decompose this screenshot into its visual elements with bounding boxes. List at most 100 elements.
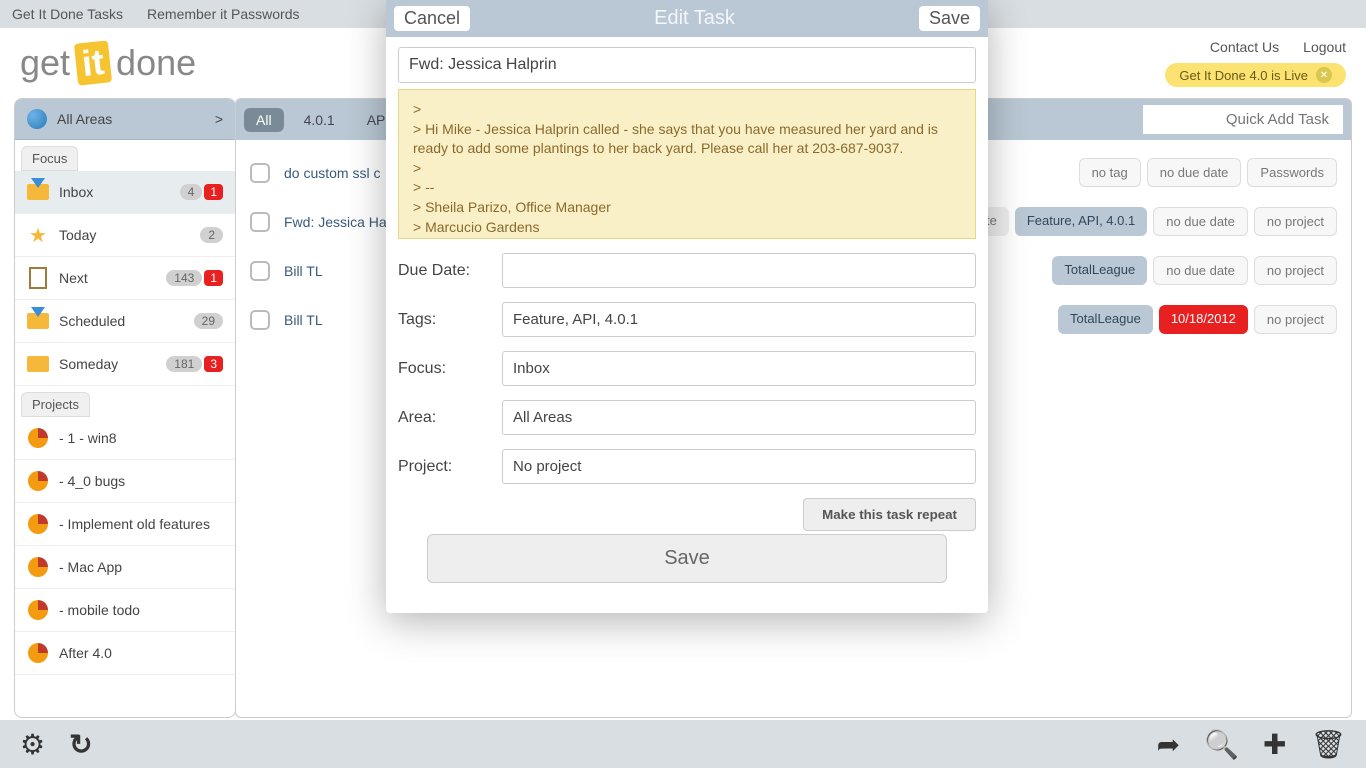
app-tab-passwords[interactable]: Remember it Passwords [147,6,300,22]
filter-401[interactable]: 4.0.1 [292,108,347,132]
task-checkbox[interactable] [250,261,270,281]
logo-text-get: get [20,42,70,84]
area-label: All Areas [57,111,112,127]
nav-icon: ★ [27,224,49,246]
pie-icon [27,470,49,492]
close-icon[interactable]: ✕ [1316,67,1332,83]
quick-add-input[interactable] [1143,105,1343,134]
project-label: - Mac App [59,559,223,575]
overdue-badge: 1 [204,270,223,286]
area-selector[interactable]: All Areas > [15,99,235,140]
count-badge: 2 [200,227,223,243]
contact-link[interactable]: Contact Us [1210,39,1279,55]
chevron-right-icon: > [215,111,223,127]
project-label: - 4_0 bugs [59,473,223,489]
sidebar-item-scheduled[interactable]: Scheduled 29 [15,300,235,343]
area-label: Area: [398,409,490,427]
focus-section-label: Focus [21,146,78,171]
save-big-button[interactable]: Save [427,534,947,583]
task-checkbox[interactable] [250,212,270,232]
nav-label: Scheduled [59,313,184,329]
project-item[interactable]: - 1 - win8 [15,417,235,460]
cancel-button[interactable]: Cancel [394,6,470,31]
count-badge: 181 [166,356,202,372]
settings-icon[interactable] [20,728,45,761]
task-checkbox[interactable] [250,163,270,183]
project-item[interactable]: - Implement old features [15,503,235,546]
header-links: Contact Us Logout Get It Done 4.0 is Liv… [1165,39,1346,87]
nav-label: Inbox [59,184,170,200]
pie-icon [27,513,49,535]
nav-label: Next [59,270,156,286]
task-tag[interactable]: Passwords [1247,158,1337,187]
nav-icon [27,181,49,203]
edit-task-modal: Cancel Edit Task Save >> Hi Mike - Jessi… [386,0,988,613]
add-icon[interactable] [1263,728,1286,761]
task-title-input[interactable] [398,47,976,83]
project-item[interactable]: - 4_0 bugs [15,460,235,503]
logout-link[interactable]: Logout [1303,39,1346,55]
tags-input[interactable] [502,302,976,337]
pie-icon [27,427,49,449]
globe-icon [27,109,47,129]
focus-input[interactable] [502,351,976,386]
sidebar-item-someday[interactable]: Someday 181 3 [15,343,235,386]
project-label: - mobile todo [59,602,223,618]
project-input[interactable] [502,449,976,484]
pie-icon [27,599,49,621]
task-tag[interactable]: no project [1254,256,1337,285]
task-tag[interactable]: no tag [1079,158,1141,187]
sidebar-item-next[interactable]: Next 143 1 [15,257,235,300]
logo: get it done [20,42,196,84]
project-item[interactable]: After 4.0 [15,632,235,675]
project-item[interactable]: - Mac App [15,546,235,589]
projects-section-label: Projects [21,392,90,417]
task-tag[interactable]: no project [1254,305,1337,334]
count-badge: 143 [166,270,202,286]
focus-label: Focus: [398,360,490,378]
tags-label: Tags: [398,311,490,329]
task-note-box[interactable]: >> Hi Mike - Jessica Halprin called - sh… [398,89,976,239]
overdue-badge: 3 [204,356,223,372]
project-label: - Implement old features [59,516,223,532]
task-tag[interactable]: no due date [1153,256,1248,285]
filter-all[interactable]: All [244,108,284,132]
project-label: - 1 - win8 [59,430,223,446]
trash-icon[interactable] [1310,728,1346,761]
modal-header: Cancel Edit Task Save [386,0,988,37]
app-tab-tasks[interactable]: Get It Done Tasks [12,6,123,22]
modal-title: Edit Task [654,7,735,30]
pie-icon [27,642,49,664]
task-tag[interactable]: Feature, API, 4.0.1 [1015,207,1147,236]
save-button[interactable]: Save [919,6,980,31]
logo-text-done: done [116,42,196,84]
sidebar: All Areas > Focus Inbox 4 1 ★ Today 2 Ne… [14,98,236,718]
count-badge: 4 [180,184,203,200]
project-label: After 4.0 [59,645,223,661]
due-date-label: Due Date: [398,262,490,280]
due-date-input[interactable] [502,253,976,288]
task-tag[interactable]: TotalLeague [1058,305,1153,334]
nav-icon [27,310,49,332]
sidebar-item-inbox[interactable]: Inbox 4 1 [15,171,235,214]
refresh-icon[interactable] [69,728,92,761]
make-repeat-button[interactable]: Make this task repeat [803,498,976,531]
announcement-text: Get It Done 4.0 is Live [1179,68,1308,83]
task-tag[interactable]: no due date [1153,207,1248,236]
task-tag[interactable]: 10/18/2012 [1159,305,1248,334]
announcement-badge[interactable]: Get It Done 4.0 is Live ✕ [1165,63,1346,87]
task-checkbox[interactable] [250,310,270,330]
sidebar-item-today[interactable]: ★ Today 2 [15,214,235,257]
task-tag[interactable]: TotalLeague [1052,256,1147,285]
count-badge: 29 [194,313,223,329]
share-icon[interactable] [1157,728,1180,761]
task-tag[interactable]: no project [1254,207,1337,236]
area-input[interactable] [502,400,976,435]
search-icon[interactable] [1204,728,1239,761]
task-tag[interactable]: no due date [1147,158,1242,187]
overdue-badge: 1 [204,184,223,200]
logo-it-box: it [74,40,112,85]
nav-label: Today [59,227,190,243]
project-item[interactable]: - mobile todo [15,589,235,632]
nav-icon [27,353,49,375]
